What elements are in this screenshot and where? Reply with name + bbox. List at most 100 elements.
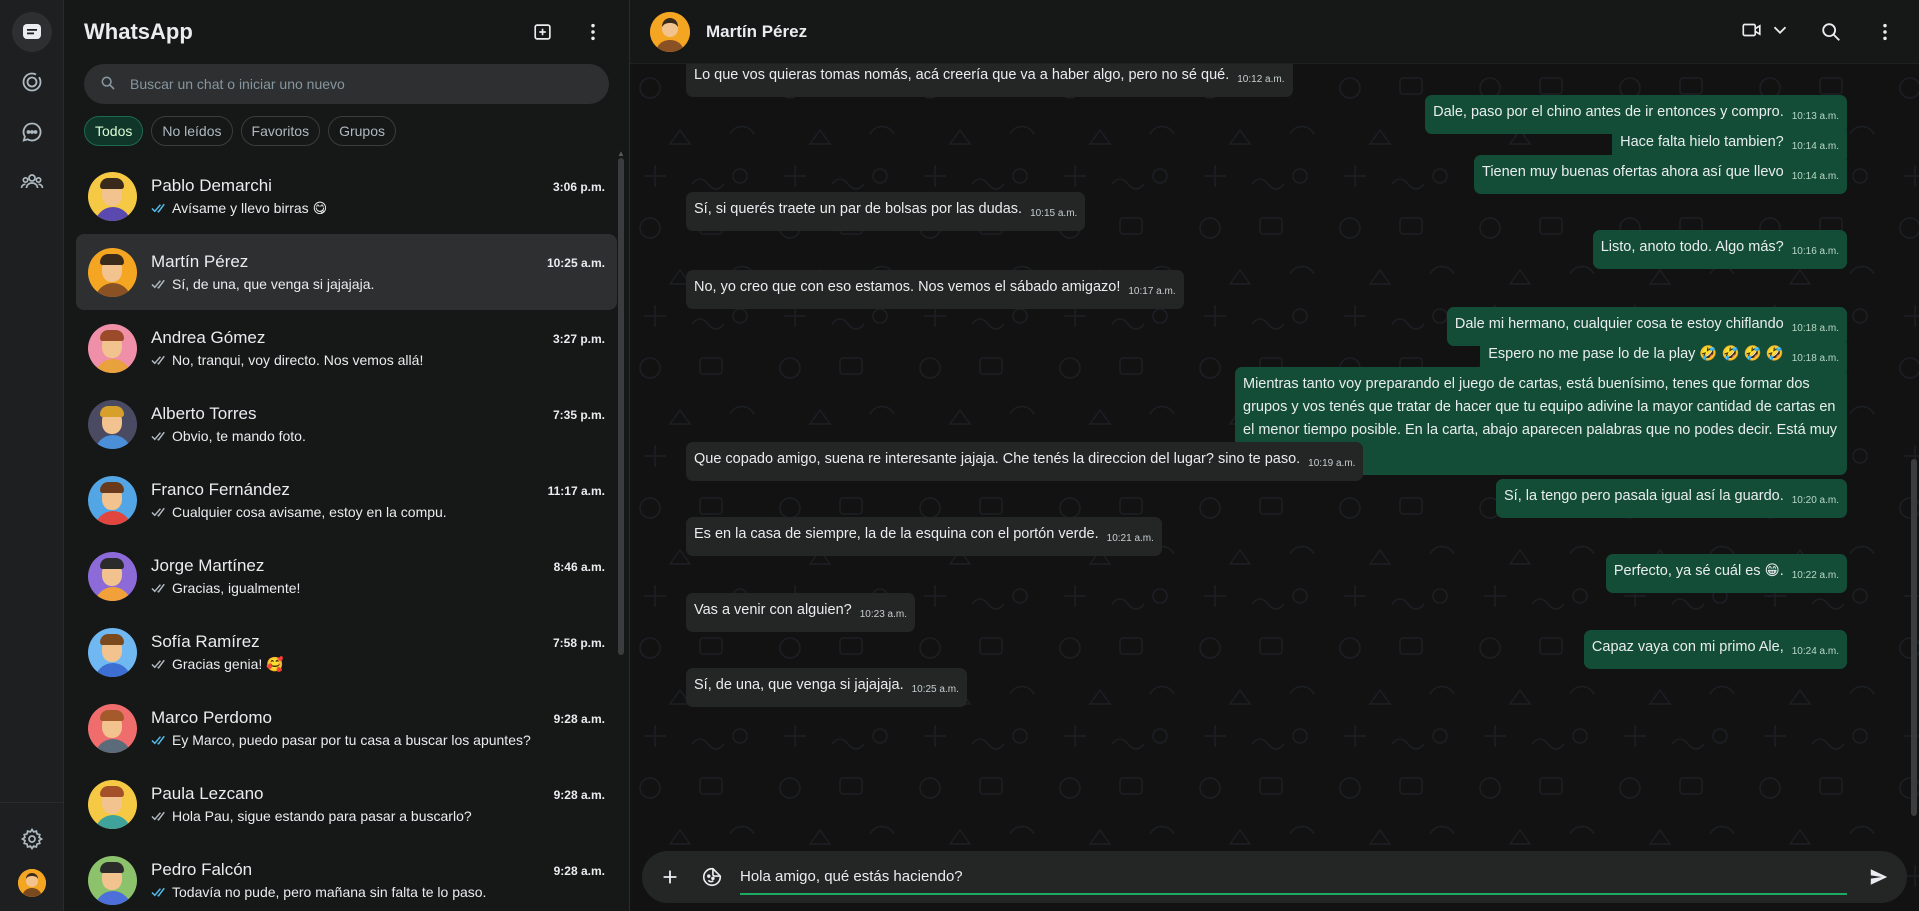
chat-preview: Avísame y llevo birras 😋	[172, 199, 328, 216]
message-text: Espero no me pase lo de la play 🤣 🤣 🤣 🤣	[1488, 346, 1784, 362]
message-input[interactable]	[740, 867, 1847, 885]
incoming-message[interactable]: No, yo creo que con eso estamos. Nos vem…	[686, 270, 1184, 309]
chat-preview: Obvio, te mando foto.	[172, 428, 306, 444]
message-text: Dale, paso por el chino antes de ir ento…	[1433, 104, 1784, 120]
chat-name: Andrea Gómez	[151, 328, 266, 347]
status-icon[interactable]	[12, 62, 52, 102]
avatar	[88, 475, 137, 525]
search-input[interactable]	[130, 76, 593, 92]
chat-list-scrollbar[interactable]	[618, 158, 624, 655]
contact-info[interactable]: Martín Pérez	[650, 11, 808, 52]
message-text: Dale mi hermano, cualquier cosa te estoy…	[1454, 316, 1784, 332]
outgoing-message[interactable]: Sí, la tengo pero pasala igual así la gu…	[1496, 479, 1847, 518]
send-icon[interactable]	[1861, 859, 1897, 895]
search-bar[interactable]	[84, 64, 609, 104]
double-check-icon	[151, 203, 165, 213]
message-time: 10:23 a.m.	[859, 609, 907, 620]
incoming-message[interactable]: Lo que vos quieras tomas nomás, acá cree…	[686, 64, 1293, 97]
chats-icon[interactable]	[11, 12, 52, 52]
chat-name: Jorge Martínez	[151, 556, 265, 575]
avatar	[88, 551, 137, 601]
message-time: 10:15 a.m.	[1030, 208, 1078, 219]
video-call-button[interactable]	[1735, 19, 1797, 44]
chat-preview: Gracias genia! 🥰	[172, 655, 284, 672]
message-time: 10:12 a.m.	[1237, 74, 1285, 85]
double-check-icon	[151, 431, 165, 441]
message-time: 10:19 a.m.	[1308, 458, 1356, 469]
outgoing-message[interactable]: Perfecto, ya sé cuál es 😁. 10:22 a.m.	[1605, 554, 1847, 593]
outgoing-message[interactable]: Capaz vaya con mi primo Ale, 10:24 a.m.	[1583, 630, 1847, 669]
chat-item[interactable]: Pedro Falcón 9:28 a.m. Todavía no pude, pe…	[76, 842, 617, 911]
search-icon[interactable]	[1811, 12, 1851, 52]
whatsapp-app: WhatsApp Todos No leídos Favoritos	[0, 0, 1919, 911]
message-text: Perfecto, ya sé cuál es 😁.	[1613, 563, 1784, 579]
scroll-up-arrow[interactable]: ▲	[617, 150, 625, 158]
new-chat-icon[interactable]	[523, 12, 563, 52]
chat-time: 3:27 p.m.	[552, 332, 605, 346]
chat-item[interactable]: Andrea Gómez 3:27 p.m. No, tranqui, voy di…	[76, 310, 617, 386]
filter-all[interactable]: Todos	[84, 116, 144, 146]
profile-avatar[interactable]	[17, 869, 46, 897]
message-text: Sí, si querés traete un par de bolsas po…	[694, 201, 1023, 217]
double-check-icon	[151, 355, 165, 365]
double-check-icon	[151, 887, 165, 897]
incoming-message[interactable]: Sí, de una, que venga si jajajaja. 10:25 …	[686, 668, 967, 707]
message-text: Tienen muy buenas ofertas ahora así que …	[1482, 164, 1784, 180]
communities-icon[interactable]	[12, 162, 52, 202]
chat-preview: No, tranqui, voy directo. Nos vemos allá…	[172, 352, 424, 368]
sticker-icon[interactable]	[694, 859, 730, 895]
filter-favorites[interactable]: Favoritos	[240, 116, 321, 146]
incoming-message[interactable]: Es en la casa de siempre, la de la esqui…	[686, 517, 1162, 556]
plus-icon[interactable]	[652, 859, 688, 895]
outgoing-message[interactable]: Tienen muy buenas ofertas ahora así que …	[1474, 155, 1847, 194]
filter-groups[interactable]: Grupos	[328, 116, 397, 146]
chat-item[interactable]: Alberto Torres 7:35 p.m. Obvio, te mando f…	[76, 386, 617, 462]
message-text: Que copado amigo, suena re interesante j…	[694, 451, 1301, 467]
chat-item[interactable]: Sofía Ramírez 7:58 p.m. Gracias genia! 🥰	[76, 614, 617, 690]
message-composer	[642, 851, 1907, 903]
conversation-scrollbar[interactable]	[1911, 459, 1917, 816]
nav-rail	[0, 0, 64, 911]
message-text: Capaz vaya con mi primo Ale,	[1591, 639, 1784, 655]
chat-preview: Cualquier cosa avisame, estoy en la comp…	[172, 504, 447, 520]
message-time: 10:16 a.m.	[1791, 246, 1839, 257]
contact-avatar[interactable]	[650, 11, 690, 52]
message-text: Lo que vos quieras tomas nomás, acá cree…	[694, 67, 1230, 83]
filter-unread[interactable]: No leídos	[151, 116, 233, 146]
avatar	[88, 247, 137, 297]
chat-item[interactable]: Pablo Demarchi 3:06 p.m. Avísame y llevo b…	[76, 158, 617, 234]
sidebar-header: WhatsApp	[64, 0, 629, 64]
message-time: 10:24 a.m.	[1791, 646, 1839, 657]
incoming-message[interactable]: Que copado amigo, suena re interesante j…	[686, 442, 1364, 481]
chat-preview: Sí, de una, que venga si jajajaja.	[172, 276, 375, 292]
menu-icon[interactable]	[573, 12, 613, 52]
message-text: Listo, anoto todo. Algo más?	[1600, 239, 1784, 255]
chat-time: 11:17 a.m.	[547, 484, 605, 498]
message-input-wrapper	[740, 859, 1847, 895]
outgoing-message[interactable]: Listo, anoto todo. Algo más? 10:16 a.m.	[1592, 230, 1847, 269]
menu-icon[interactable]	[1865, 12, 1905, 52]
chat-item[interactable]: Martín Pérez 10:25 a.m. Sí, de una, que ve…	[76, 234, 617, 310]
chat-name: Paula Lezcano	[151, 784, 264, 803]
chat-item[interactable]: Jorge Martínez 8:46 a.m. Gracias, igualmen…	[76, 538, 617, 614]
chat-name: Marco Perdomo	[151, 708, 272, 727]
conversation-header: Martín Pérez	[630, 0, 1919, 64]
chat-item[interactable]: Marco Perdomo 9:28 a.m. Ey Marco, puedo pa…	[76, 690, 617, 766]
chat-time: 9:28 a.m.	[553, 712, 605, 726]
message-text: No, yo creo que con eso estamos. Nos vem…	[694, 279, 1121, 295]
conversation-panel: Martín Pérez Lo que vos quieras tomas no…	[630, 0, 1919, 911]
chat-preview: Todavía no pude, pero mañana sin falta t…	[172, 884, 487, 900]
double-check-icon	[151, 507, 165, 517]
app-title: WhatsApp	[84, 19, 193, 44]
chat-item[interactable]: Paula Lezcano 9:28 a.m. Hola Pau, sigue es…	[76, 766, 617, 842]
double-check-icon	[151, 279, 165, 289]
channels-icon[interactable]	[12, 112, 52, 152]
chat-time: 9:28 a.m.	[553, 788, 605, 802]
message-text: Sí, de una, que venga si jajajaja.	[694, 677, 904, 693]
incoming-message[interactable]: Vas a venir con alguien? 10:23 a.m.	[686, 593, 915, 632]
chat-item[interactable]: Franco Fernández 11:17 a.m. Cualquier cosa…	[76, 462, 617, 538]
chat-time: 3:06 p.m.	[552, 179, 605, 194]
incoming-message[interactable]: Sí, si querés traete un par de bolsas po…	[686, 192, 1086, 231]
settings-icon[interactable]	[12, 819, 52, 859]
contact-name: Martín Pérez	[706, 21, 808, 41]
